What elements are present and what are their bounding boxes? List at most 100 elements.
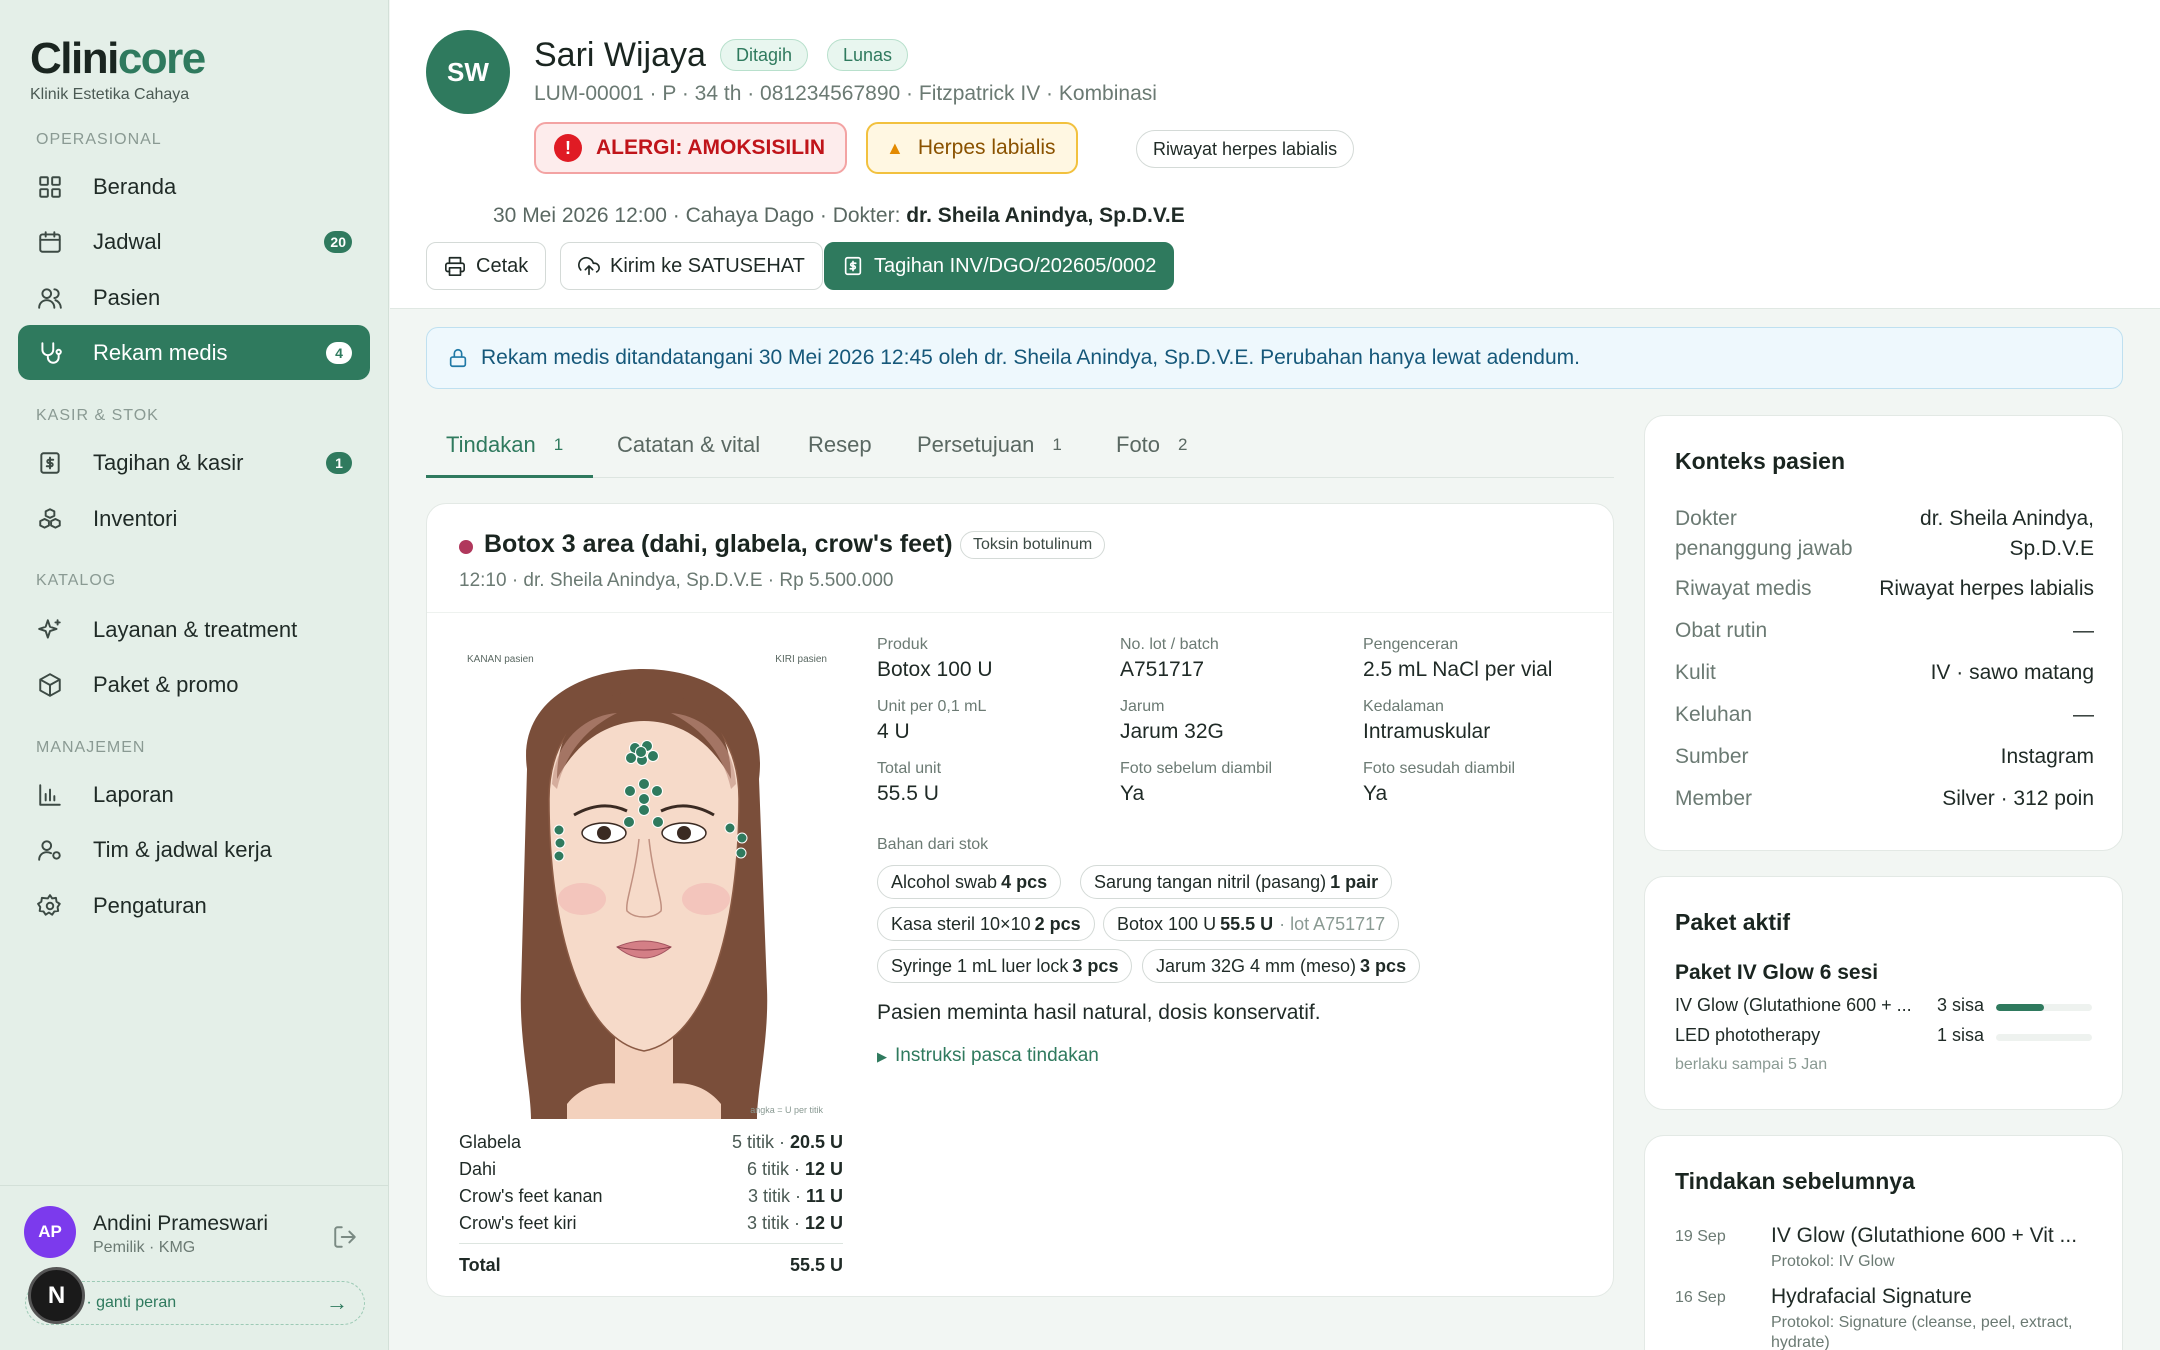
sidebar-item-beranda[interactable]: Beranda (18, 159, 370, 214)
field-total-unit: Total unit 55.5 U (877, 760, 942, 805)
status-badge-paid: Lunas (827, 39, 909, 71)
switch-role-label: o · ganti peran (73, 1294, 177, 1311)
user-cog-icon (35, 835, 65, 865)
stock-chip: Sarung tangan nitril (pasang) 1 pair (1080, 865, 1393, 899)
stethoscope-icon (35, 338, 65, 368)
progress-bar (1996, 1004, 2092, 1011)
history-pill: Riwayat herpes labialis (1136, 130, 1355, 168)
patient-avatar: SW (426, 30, 510, 114)
sidebar-item-label: Rekam medis (93, 339, 228, 365)
signed-banner: Rekam medis ditandatangani 30 Mei 2026 1… (426, 327, 2123, 389)
stock-chip: Syringe 1 mL luer lock 3 pcs (877, 949, 1133, 983)
warning-text: Herpes labialis (917, 136, 1056, 159)
field-produk: Produk Botox 100 U (877, 636, 993, 681)
package-item: LED phototherapy 1 sisa (1675, 1025, 2094, 1049)
user-name: Andini Prameswari (93, 1212, 269, 1235)
count-badge: 4 (326, 341, 352, 364)
sparkles-icon (35, 615, 65, 645)
cloud-upload-icon (578, 256, 600, 276)
receipt-icon (35, 448, 65, 478)
card-title: Konteks pasien (1675, 448, 1845, 474)
context-row-doctor: Dokter penanggung jawab dr. Sheila Anindy… (1675, 507, 2094, 560)
sidebar-item-tagihan[interactable]: Tagihan & kasir 1 (18, 435, 370, 490)
tab-foto[interactable]: Foto 2 (1116, 432, 1188, 458)
package-name: Paket IV Glow 6 sesi (1675, 961, 1879, 984)
section-label-operational: OPERASIONAL (36, 131, 162, 148)
bar-chart-icon (35, 780, 65, 810)
users-icon (35, 283, 65, 313)
stock-chip: Kasa steril 10×10 2 pcs (877, 907, 1095, 941)
card-title: Paket aktif (1675, 909, 1791, 935)
avatar[interactable]: AP (24, 1206, 76, 1258)
allergy-text: ALERGI: AMOKSISILIN (596, 136, 826, 159)
procedure-title: Botox 3 area (dahi, glabela, crow's feet… (484, 530, 953, 558)
dev-tools-badge[interactable]: N (28, 1267, 85, 1324)
clinic-name: Klinik Estetika Cahaya (30, 86, 190, 103)
stock-chip: Botox 100 U 55.5 U · lot A751717 (1103, 907, 1400, 941)
sidebar-item-label: Paket & promo (93, 671, 239, 697)
sidebar-item-jadwal[interactable]: Jadwal 20 (18, 214, 370, 269)
boxes-icon (35, 504, 65, 534)
sidebar-item-label: Pengaturan (93, 892, 207, 918)
gear-icon (35, 891, 65, 921)
field-photo-before: Foto sebelum diambil Ya (1120, 760, 1273, 805)
count-badge: 1 (326, 451, 352, 474)
face-legend: angka = U per titik (750, 1105, 823, 1115)
tab-catatan-vital[interactable]: Catatan & vital (617, 432, 760, 458)
lock-icon (449, 348, 467, 368)
print-button[interactable]: Cetak (426, 242, 547, 290)
condition-warning[interactable]: ▲ Herpes labialis (866, 122, 1078, 174)
section-label-catalog: KATALOG (36, 572, 117, 589)
sidebar-item-layanan[interactable]: Layanan & treatment (18, 602, 370, 657)
procedure-note: Pasien meminta hasil natural, dosis kons… (877, 1001, 1321, 1024)
section-label-cashier: KASIR & STOK (36, 407, 159, 424)
sidebar-item-paket[interactable]: Paket & promo (18, 657, 370, 712)
sidebar-item-label: Jadwal (93, 228, 162, 254)
record-tabs: Tindakan 1 Catatan & vital Resep Persetuj… (426, 420, 1614, 478)
procedure-subtitle: 12:10 · dr. Sheila Anindya, Sp.D.V.E · R… (459, 570, 894, 591)
patient-meta: LUM-00001 · P · 34 th · 081234567890 · F… (534, 82, 1157, 105)
warning-icon: ▲ (886, 137, 904, 158)
stock-chip: Alcohol swab 4 pcs (877, 865, 1062, 899)
sidebar-item-pengaturan[interactable]: Pengaturan (18, 878, 370, 933)
allergy-alert[interactable]: ! ALERGI: AMOKSISILIN (534, 122, 848, 174)
sidebar-item-label: Pasien (93, 284, 161, 310)
stock-chip: Jarum 32G 4 mm (meso) 3 pcs (1142, 949, 1421, 983)
tab-tindakan[interactable]: Tindakan 1 (446, 432, 563, 458)
sidebar-item-tim[interactable]: Tim & jadwal kerja (18, 822, 370, 877)
stock-label: Bahan dari stok (877, 836, 989, 853)
brand-logo[interactable]: Clinicore (30, 34, 206, 84)
tab-resep[interactable]: Resep (808, 432, 872, 458)
calendar-icon (35, 227, 65, 257)
tab-active-indicator (426, 475, 593, 478)
table-row: Dahi 6 titik · 12 U (459, 1159, 843, 1179)
package-item: IV Glow (Glutathione 600 + ... 3 sisa (1675, 995, 2094, 1019)
face-label-left: KIRI pasien (775, 654, 827, 665)
sidebar-item-label: Laporan (93, 781, 174, 807)
sidebar-item-inventori[interactable]: Inventori (18, 491, 370, 546)
sidebar-item-rekam-medis[interactable]: Rekam medis 4 (18, 325, 370, 380)
table-row: Glabela 5 titik · 20.5 U (459, 1132, 843, 1152)
sidebar-item-label: Layanan & treatment (93, 616, 298, 642)
total-row: Total 55.5 U (459, 1243, 843, 1279)
procedure-tag: Toksin botulinum (960, 531, 1106, 559)
sidebar-item-label: Beranda (93, 173, 177, 199)
tab-persetujuan[interactable]: Persetujuan 1 (917, 432, 1062, 458)
sidebar-item-laporan[interactable]: Laporan (18, 767, 370, 822)
logout-icon[interactable] (332, 1224, 358, 1255)
progress-bar (1996, 1034, 2092, 1041)
patient-name: Sari Wijaya (534, 36, 706, 74)
field-depth: Kedalaman Intramuskular (1363, 698, 1491, 743)
grid-icon (35, 172, 65, 202)
sidebar: Clinicore Klinik Estetika Cahaya OPERASI… (0, 0, 389, 1350)
package-validity: berlaku sampai 5 Jan (1675, 1056, 1828, 1073)
face-injection-map: KANAN pasien KIRI pasien angka = U per t… (457, 639, 831, 1119)
field-needle: Jarum Jarum 32G (1120, 698, 1224, 743)
sidebar-item-pasien[interactable]: Pasien (18, 270, 370, 325)
post-care-toggle[interactable]: ▶ Instruksi pasca tindakan (877, 1045, 1099, 1067)
send-satusehat-button[interactable]: Kirim ke SATUSEHAT (560, 242, 823, 290)
visit-doctor: dr. Sheila Anindya, Sp.D.V.E (906, 204, 1185, 227)
invoice-button[interactable]: Tagihan INV/DGO/202605/0002 (824, 242, 1175, 290)
divider (427, 612, 1612, 613)
invoice-icon (844, 256, 862, 276)
